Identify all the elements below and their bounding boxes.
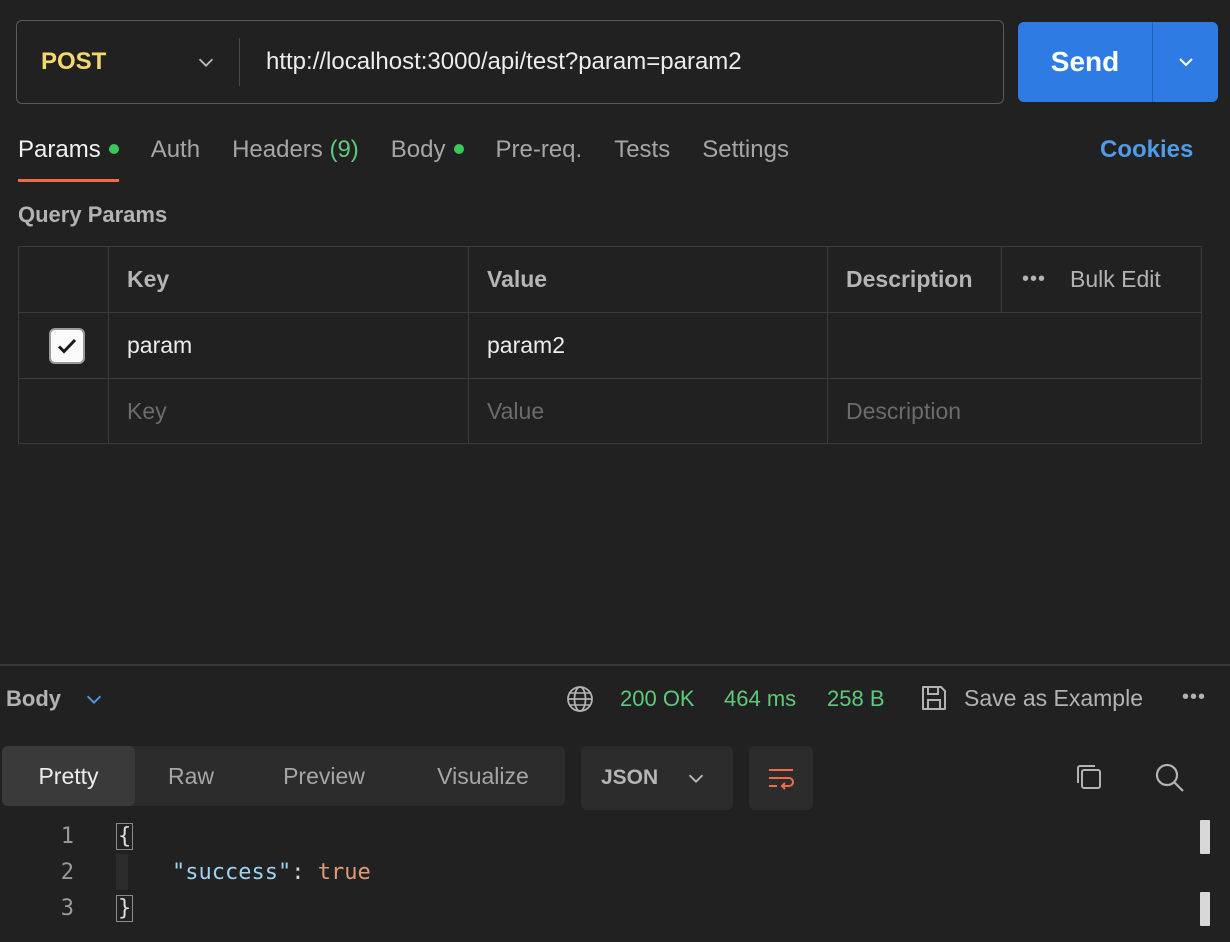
- wrap-lines-icon: [769, 769, 794, 790]
- method-label: POST: [41, 48, 107, 75]
- tab-body-label: Body: [390, 136, 446, 163]
- scrollbar-thumb[interactable]: [1200, 820, 1210, 854]
- send-button[interactable]: Send: [1018, 22, 1152, 102]
- wrap-lines-button[interactable]: [749, 746, 813, 810]
- tab-tests-label: Tests: [614, 136, 671, 163]
- bulk-edit-cell: ••• Bulk Edit: [1002, 247, 1201, 312]
- response-more-icon[interactable]: •••: [1182, 686, 1206, 709]
- format-select[interactable]: JSON: [581, 746, 733, 810]
- format-label: JSON: [601, 766, 659, 789]
- json-colon: :: [291, 859, 318, 885]
- header-key: Key: [109, 247, 469, 312]
- code-line: 3 }: [0, 890, 1190, 926]
- save-as-example-label: Save as Example: [964, 684, 1143, 711]
- tab-settings-label: Settings: [702, 136, 789, 163]
- tab-pretty[interactable]: Pretty: [2, 746, 135, 806]
- tab-prereq[interactable]: Pre-req.: [496, 128, 583, 182]
- params-table: Key Value Description ••• Bulk Edit para…: [18, 246, 1202, 444]
- new-description-input[interactable]: Description: [828, 379, 1201, 443]
- line-number: 2: [60, 859, 74, 885]
- param-enabled-checkbox[interactable]: [48, 327, 85, 364]
- response-size[interactable]: 258 B: [827, 686, 885, 712]
- tab-tests[interactable]: Tests: [614, 128, 670, 182]
- code-line: 1 {: [0, 818, 1190, 854]
- tab-params[interactable]: Params: [18, 128, 119, 182]
- modified-dot-icon: [108, 143, 119, 154]
- response-section-toggle[interactable]: Body: [6, 686, 105, 712]
- bulk-edit-button[interactable]: Bulk Edit: [1070, 266, 1161, 293]
- send-options-button[interactable]: [1153, 22, 1218, 102]
- new-key-input[interactable]: Key: [109, 379, 469, 443]
- code-brace-open: {: [116, 822, 134, 850]
- json-key: "success": [172, 859, 292, 885]
- new-value-input[interactable]: Value: [469, 379, 828, 443]
- table-row-empty: Key Value Description: [19, 379, 1201, 443]
- response-section-label: Body: [6, 686, 61, 711]
- header-description: Description: [828, 247, 1002, 312]
- request-tabs: Params Auth Headers (9) Body Pre-req. Te…: [18, 128, 821, 182]
- param-description-input[interactable]: [828, 313, 1201, 378]
- tab-prereq-label: Pre-req.: [495, 136, 583, 163]
- method-select[interactable]: POST: [17, 21, 239, 103]
- response-time[interactable]: 464 ms: [724, 686, 796, 712]
- response-code-view[interactable]: 1 { 2 "success": true 3 }: [0, 818, 1190, 926]
- response-bar: Body 200 OK 464 ms 258 B Save as Example…: [0, 676, 1230, 720]
- status-code[interactable]: 200 OK: [620, 686, 695, 712]
- save-as-example-button[interactable]: Save as Example: [918, 682, 1143, 714]
- code-brace-close: }: [116, 894, 134, 922]
- globe-icon[interactable]: [565, 684, 595, 714]
- tab-body[interactable]: Body: [391, 128, 464, 182]
- tab-settings[interactable]: Settings: [702, 128, 789, 182]
- code-content: "success": true: [172, 860, 371, 885]
- query-params-title: Query Params: [18, 202, 168, 227]
- headers-count: (9): [329, 136, 359, 163]
- tab-headers-label: Headers: [232, 136, 323, 163]
- tab-auth-label: Auth: [150, 136, 201, 163]
- send-button-group: Send: [1018, 22, 1218, 102]
- code-line: 2 "success": true: [0, 854, 1190, 890]
- response-view-tabs: Pretty Raw Preview Visualize: [2, 746, 565, 806]
- pane-divider[interactable]: [0, 664, 1230, 666]
- url-bar: POST http://localhost:3000/api/test?para…: [16, 20, 1004, 104]
- param-value-input[interactable]: param2: [469, 313, 828, 378]
- checkmark-icon: [57, 338, 76, 354]
- line-number: 1: [60, 823, 74, 849]
- copy-icon[interactable]: [1072, 760, 1106, 794]
- json-value: true: [317, 859, 371, 885]
- tab-preview[interactable]: Preview: [247, 746, 401, 806]
- tab-params-label: Params: [18, 136, 101, 163]
- table-header-row: Key Value Description ••• Bulk Edit: [19, 247, 1201, 313]
- scrollbar-thumb[interactable]: [1200, 892, 1210, 926]
- save-icon: [922, 686, 946, 710]
- cookies-link[interactable]: Cookies: [1100, 136, 1193, 164]
- row-check-cell: [19, 313, 109, 378]
- tab-visualize[interactable]: Visualize: [401, 746, 565, 806]
- header-check-cell: [19, 247, 109, 312]
- tab-headers[interactable]: Headers (9): [232, 128, 359, 182]
- tab-raw[interactable]: Raw: [135, 746, 247, 806]
- param-key-input[interactable]: param: [109, 313, 469, 378]
- chevron-down-icon: [1178, 58, 1193, 67]
- search-icon[interactable]: [1152, 760, 1186, 794]
- empty-check-cell: [19, 379, 109, 443]
- chevron-down-icon: [688, 774, 704, 783]
- more-options-icon[interactable]: •••: [1022, 268, 1046, 291]
- line-number: 3: [60, 895, 74, 921]
- chevron-down-icon: [198, 58, 214, 67]
- table-row: param param2: [19, 313, 1201, 379]
- modified-dot-icon: [453, 143, 464, 154]
- url-input[interactable]: http://localhost:3000/api/test?param=par…: [240, 48, 1003, 76]
- header-value: Value: [469, 247, 828, 312]
- tab-auth[interactable]: Auth: [151, 128, 200, 182]
- chevron-down-icon: [86, 695, 102, 704]
